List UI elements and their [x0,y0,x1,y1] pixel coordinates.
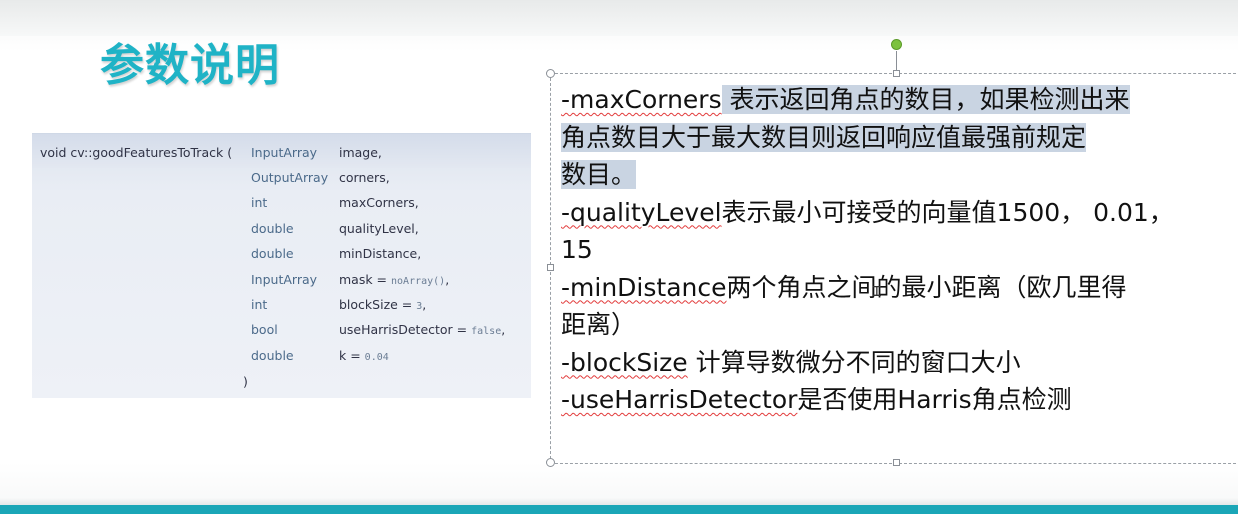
description-text[interactable]: -maxCorners 表示返回角点的数目，如果检测出来 角点数目大于最大数目则… [561,81,1238,419]
param-name-image: image, [339,145,382,160]
desc-text-qualitylevel-2: 15 [561,235,593,264]
slide-title: 参数说明 [100,40,280,91]
resize-handle-bottom-left[interactable] [546,458,555,467]
param-name-maxcorners: maxCorners, [339,195,419,210]
param-suffix-useharris: , [501,322,506,337]
param-useharris: useHarrisDetector = false, [339,322,505,340]
code-signature: void cv::goodFeaturesToTrack ( [40,145,233,160]
param-name-qualitylevel: qualityLevel, [339,221,419,236]
desc-line-qualitylevel: -qualityLevel表示最小可接受的向量值1500， 0.01， [561,194,1238,232]
param-type-maxcorners: int [251,195,268,210]
param-suffix-mask: , [445,272,450,287]
resize-handle-top-left[interactable] [546,69,555,78]
resize-handle-middle-left[interactable] [547,264,554,271]
desc-line-mindistance-2: 距离） [561,306,1238,344]
desc-text-mindistance: 两个角点之间的最小距离（欧几里得 [726,272,1127,302]
desc-param-useharris: -useHarrisDetector [561,385,798,414]
param-blocksize: blockSize = 3, [339,297,426,315]
desc-text-mindistance-2: 距离） [561,310,637,339]
param-suffix-blocksize: , [422,297,427,312]
param-type-mindistance: double [251,246,294,261]
desc-line-useharris: -useHarrisDetector是否使用Harris角点检测 [561,381,1238,419]
param-type-mask: InputArray [251,272,318,287]
param-name-mask: mask = [339,272,392,287]
desc-line-maxcorners-2: 角点数目大于最大数目则返回响应值最强前规定 [561,119,1238,157]
param-default-k: 0.04 [364,352,389,363]
param-type-qualitylevel: double [251,221,294,236]
desc-text-maxcorners-3: 数目。 [561,160,637,189]
param-type-blocksize: int [251,297,268,312]
param-k: k = 0.04 [339,348,389,366]
slide-bottom-bar [0,505,1238,514]
desc-line-maxcorners-3: 数目。 [561,156,1238,194]
desc-text-maxcorners-2: 角点数目大于最大数目则返回响应值最强前规定 [561,122,1087,152]
desc-line-mindistance: -minDistance两个角点之间的最小距离（欧几里得 [561,269,1238,307]
param-name-useharris: useHarrisDetector = [339,322,472,337]
desc-line-blocksize: -blockSize 计算导数微分不同的窗口大小 [561,344,1238,382]
desc-text-blocksize: 计算导数微分不同的窗口大小 [687,347,1021,377]
param-name-blocksize: blockSize = [339,297,417,312]
desc-text-useharris: 是否使用Harris角点检测 [797,385,1072,414]
param-name-mindistance: minDistance, [339,246,422,261]
desc-line-qualitylevel-2: 15 [561,231,1238,269]
desc-text-maxcorners: 表示返回角点的数目，如果检测出来 [721,85,1130,114]
desc-line-maxcorners: -maxCorners 表示返回角点的数目，如果检测出来 [561,81,1238,119]
resize-handle-bottom-center[interactable] [893,459,900,466]
desc-text-qualitylevel: 表示最小可接受的向量值1500， 0.01， [721,197,1174,227]
param-type-k: double [251,348,294,363]
param-default-mask: noArray() [391,276,446,287]
desc-param-mindistance: -minDistance [561,272,727,302]
rotate-handle[interactable] [891,39,902,50]
desc-param-maxcorners: -maxCorners [561,85,722,114]
resize-handle-top-center[interactable] [893,70,900,77]
param-name-k: k = [339,348,365,363]
param-name-corners: corners, [339,170,390,185]
bottom-bar-shadow [0,498,1238,505]
code-closing-paren: ) [243,374,248,389]
slide-top-band [0,0,1238,36]
text-cursor-icon: ⌶ [872,281,882,300]
param-type-image: InputArray [251,145,318,160]
param-default-useharris: false [471,326,502,337]
rotate-handle-stem [896,51,897,71]
param-type-corners: OutputArray [251,170,329,185]
param-type-useharris: bool [251,322,278,337]
param-mask: mask = noArray(), [339,272,449,290]
desc-param-qualitylevel: -qualityLevel [561,197,722,227]
desc-param-blocksize: -blockSize [561,347,688,377]
